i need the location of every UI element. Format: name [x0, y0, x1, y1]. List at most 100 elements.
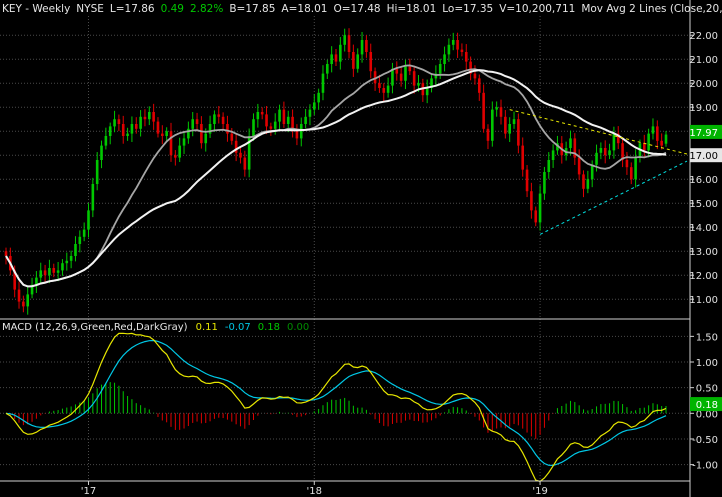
candle-body [538, 193, 542, 223]
candle-body [134, 124, 138, 129]
candle-body [239, 152, 242, 158]
candle-body [399, 73, 403, 81]
volume-value: V=10,200,711 [499, 3, 575, 15]
price-tick-label: 22.00 [689, 31, 718, 42]
high-price: Hi=18.01 [387, 3, 437, 15]
price-tick-label: 11.00 [689, 295, 718, 306]
candle-body [156, 121, 160, 134]
candle-body [312, 102, 316, 110]
macd-tick-label: 1.00 [696, 358, 718, 369]
candle-body [213, 114, 216, 124]
candle-body [599, 148, 603, 153]
candle-body [504, 116, 507, 134]
candle-body [343, 35, 346, 45]
candle-body [551, 150, 555, 160]
macd-tick-label: -1.00 [692, 461, 718, 472]
candle-body [200, 124, 203, 144]
candle-body [391, 68, 394, 86]
candle-body [382, 88, 386, 93]
macd-marker-label: 0.18 [696, 400, 718, 411]
candle-body [404, 66, 407, 81]
candle-body [642, 143, 646, 151]
quote-header: KEY - Weekly NYSE L=17.86 0.49 2.82% B=17.85 A… [2, 3, 722, 15]
candle-body [295, 131, 299, 139]
macd-tick-label: 0.50 [696, 384, 718, 395]
candle-body [178, 145, 181, 158]
candle-body [317, 92, 320, 103]
candle-body [195, 119, 199, 124]
candle-body [438, 64, 442, 74]
candle-body [74, 244, 77, 256]
candle-body [52, 268, 56, 273]
candle-body [48, 268, 51, 276]
candle-body [525, 169, 529, 192]
candle-body [365, 40, 368, 52]
candle-body [629, 167, 633, 180]
candle-body [269, 126, 273, 129]
candle-body [395, 68, 399, 74]
candle-body [647, 133, 650, 151]
price-tick-label: 14.00 [689, 223, 718, 234]
candle-body [451, 40, 455, 45]
candle-body [82, 229, 86, 237]
candle-body [139, 116, 142, 129]
price-tick-label: 19.00 [689, 103, 718, 114]
candle-body [26, 294, 30, 307]
candle-body [104, 136, 108, 146]
candle-body [486, 128, 490, 141]
candle-body [226, 124, 229, 134]
price-tick-label: 20.00 [689, 79, 718, 90]
candle-body [543, 172, 546, 194]
symbol-label: KEY - Weekly [2, 3, 70, 15]
candle-body [482, 92, 485, 129]
candle-body [582, 174, 585, 189]
candle-body [147, 112, 151, 120]
candle-body [352, 52, 355, 69]
candle-body [477, 78, 481, 93]
time-tick-label: '18 [307, 486, 322, 497]
candle-body [521, 145, 525, 170]
candle-body [595, 152, 598, 165]
candle-body [91, 184, 95, 211]
candle-body [174, 155, 177, 158]
candle-body [360, 40, 364, 55]
candle-body [256, 112, 260, 120]
candle-body [369, 52, 373, 72]
study-label: Mov Avg 2 Lines (Close,20,40 [581, 3, 722, 15]
candle-body [547, 160, 551, 172]
candle-body [464, 52, 468, 62]
time-tick-label: '19 [532, 486, 547, 497]
candle-body [252, 119, 255, 136]
candle-body [417, 83, 420, 86]
candle-body [299, 124, 303, 139]
candle-body [334, 54, 338, 62]
chart-background [0, 0, 722, 497]
candle-body [152, 112, 155, 122]
candle-body [113, 119, 116, 127]
open-price: O=17.48 [333, 3, 380, 15]
candle-body [165, 131, 168, 136]
candle-body [321, 73, 325, 93]
candle-body [586, 179, 590, 189]
candle-body [278, 109, 281, 122]
candle-body [508, 124, 511, 134]
candle-body [43, 270, 47, 276]
candle-body [495, 107, 498, 110]
candle-body [608, 150, 611, 156]
candle-body [412, 71, 416, 86]
histogram-value: 0.18 [258, 322, 280, 333]
stock-chart: 22.0021.0020.0019.0018.0017.0016.0015.00… [0, 0, 722, 497]
candle-body [182, 138, 186, 146]
candle-body [577, 157, 581, 175]
candle-body [61, 263, 64, 271]
candle-body [204, 133, 208, 144]
zero-value: 0.00 [287, 322, 309, 333]
candle-body [56, 270, 60, 273]
candle-body [69, 256, 73, 261]
candle-body [191, 119, 195, 129]
candle-body [87, 210, 90, 230]
price-change-pct: 2.82% [190, 3, 223, 15]
candle-body [660, 140, 663, 146]
candle-body [512, 119, 516, 124]
price-tick-label: 12.00 [689, 271, 718, 282]
